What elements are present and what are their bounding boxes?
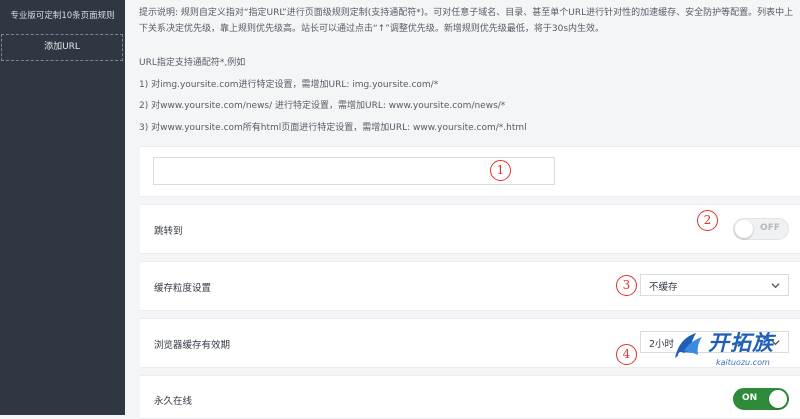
marker-3: 3 bbox=[616, 275, 637, 296]
redirect-card: 跳转到 2 OFF bbox=[140, 204, 800, 254]
toggle-state-label: ON bbox=[742, 393, 758, 403]
toggle-knob bbox=[735, 220, 753, 238]
sidebar: 专业版可定制10条页面规则 添加URL bbox=[0, 0, 125, 415]
cache-select[interactable]: 不缓存 bbox=[640, 274, 789, 296]
marker-2: 2 bbox=[697, 210, 718, 231]
marker-1: 1 bbox=[490, 160, 511, 181]
redirect-label: 跳转到 bbox=[154, 226, 183, 237]
example-1: 1) 对img.yoursite.com进行特定设置，需增加URL: img.y… bbox=[139, 80, 439, 90]
url-card: 1 bbox=[140, 146, 800, 197]
watermark-url: kaituozu.com bbox=[716, 358, 770, 367]
cache-card: 缓存粒度设置 3 不缓存 bbox=[140, 261, 800, 311]
toggle-knob bbox=[769, 390, 787, 408]
always-online-toggle[interactable]: ON bbox=[733, 388, 789, 410]
wildcard-title: URL指定支持通配符*,例如 bbox=[139, 58, 246, 68]
toggle-state-label: OFF bbox=[760, 223, 780, 233]
watermark-name: 开拓族 bbox=[708, 330, 774, 355]
redirect-toggle[interactable]: OFF bbox=[733, 218, 789, 240]
add-url-button[interactable]: 添加URL bbox=[1, 34, 123, 61]
chevron-down-icon bbox=[771, 283, 780, 289]
example-3: 3) 对www.yoursite.com所有html页面进行特定设置，需增加UR… bbox=[139, 123, 527, 133]
logo-icon bbox=[675, 333, 702, 358]
example-2: 2) 对www.yoursite.com/news/ 进行特定设置，需增加URL… bbox=[139, 101, 506, 111]
browser-cache-label: 浏览器缓存有效期 bbox=[154, 340, 231, 351]
tip-description: 提示说明: 规则自定义指对“指定URL”进行页面级规则定制(支持通配符*)。可对… bbox=[139, 8, 794, 34]
browser-cache-select-value: 2小时 bbox=[649, 339, 675, 350]
cache-label: 缓存粒度设置 bbox=[154, 283, 212, 294]
cache-select-value: 不缓存 bbox=[649, 282, 678, 293]
sidebar-title: 专业版可定制10条页面规则 bbox=[10, 11, 115, 21]
always-online-label: 永久在线 bbox=[154, 396, 193, 407]
watermark: 开拓族 kaituozu.com bbox=[672, 327, 800, 382]
marker-4: 4 bbox=[616, 344, 637, 365]
